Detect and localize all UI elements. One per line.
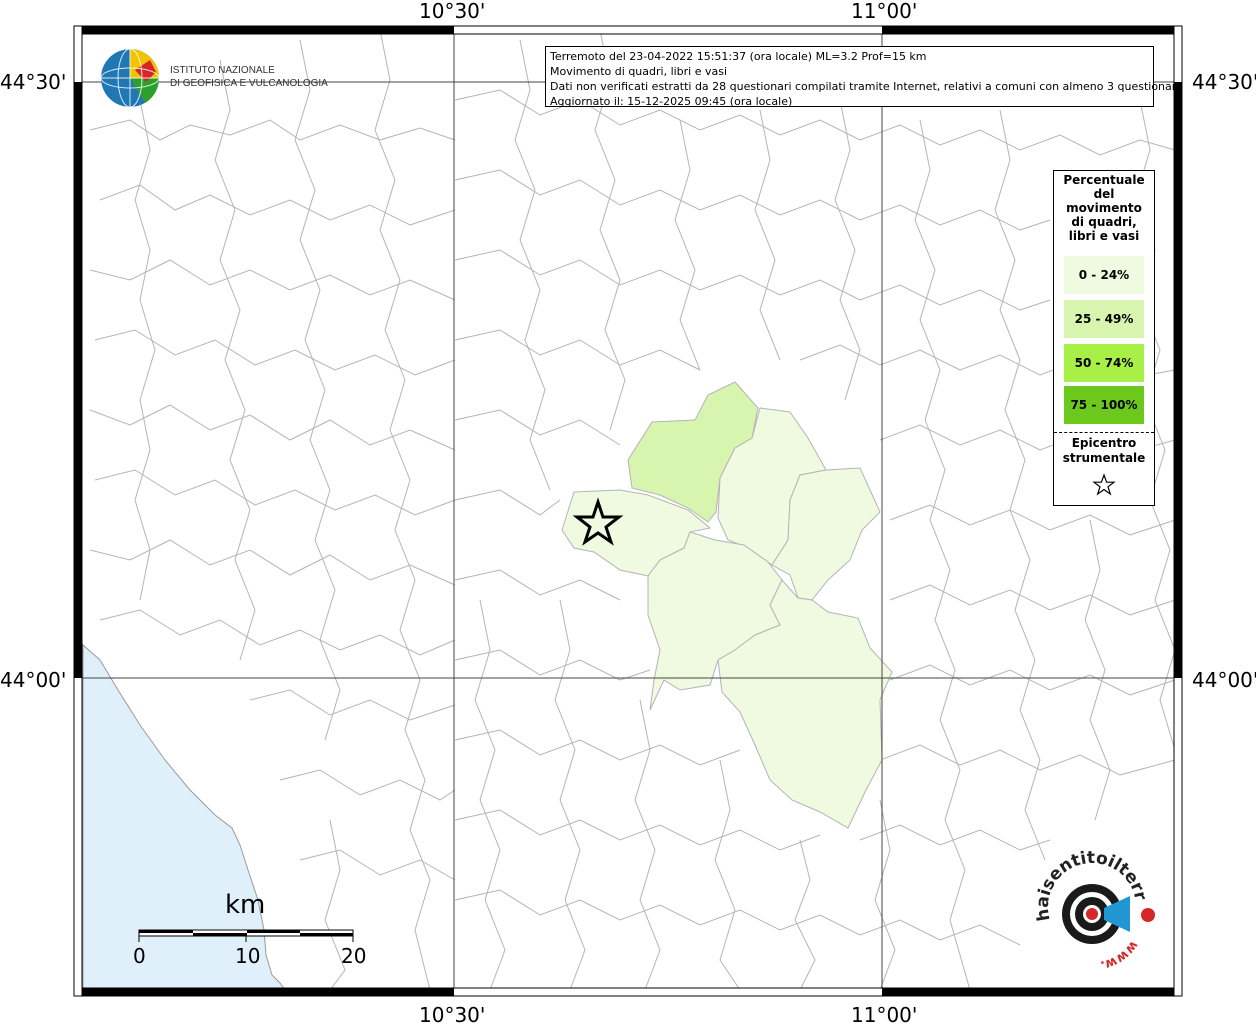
bottom-label-1100: 11°00': [851, 1003, 918, 1027]
scale-tick-label: 10: [235, 944, 261, 968]
ingv-logo-line1: ISTITUTO NAZIONALE: [170, 65, 275, 76]
legend-epicenter-line: strumentale: [1062, 451, 1146, 465]
event-info-line4: Aggiornato il: 15-12-2025 09:45 (ora loc…: [550, 95, 793, 108]
map-canvas: haisentitoilterremoto.it www.: [0, 0, 1183, 997]
event-info-line2: Movimento di quadri, libri e vasi: [550, 65, 728, 78]
top-label-1100: 11°00': [851, 0, 918, 23]
event-info-line3: Dati non verificati estratti da 28 quest…: [550, 80, 1183, 93]
legend-title-line: di quadri,: [1071, 215, 1137, 229]
legend-title-line: Percentuale: [1063, 173, 1145, 187]
legend-item-75-100: 75 - 100%: [1064, 386, 1144, 424]
legend-epicenter-label: Epicentro strumentale: [1054, 436, 1154, 466]
scale-tick-label: 20: [341, 944, 367, 968]
legend: Percentuale del movimento di quadri, lib…: [1053, 170, 1155, 506]
top-label-1030: 10°30': [419, 0, 486, 23]
legend-title: Percentuale del movimento di quadri, lib…: [1054, 171, 1154, 243]
ingv-globe-icon: [100, 48, 160, 108]
legend-divider: [1054, 432, 1154, 433]
left-label-4430: 44°30': [0, 70, 67, 94]
bottom-label-1030: 10°30': [419, 1003, 486, 1027]
left-label-4400: 44°00': [0, 668, 67, 692]
event-info-line1: Terremoto del 23-04-2022 15:51:37 (ora l…: [550, 50, 927, 63]
ingv-logo-text: ISTITUTO NAZIONALE DI GEOFISICA E VULCAN…: [170, 64, 328, 90]
legend-item-0-24: 0 - 24%: [1064, 256, 1144, 294]
legend-item-25-49: 25 - 49%: [1064, 300, 1144, 338]
scale-unit-label: km: [225, 890, 266, 920]
legend-title-line: movimento: [1066, 201, 1142, 215]
legend-title-line: libri e vasi: [1068, 229, 1140, 243]
scale-tick-label: 0: [133, 944, 146, 968]
ingv-logo-line2: DI GEOFISICA E VULCANOLOGIA: [170, 78, 328, 89]
legend-epicenter-line: Epicentro: [1071, 436, 1137, 450]
event-info-box: Terremoto del 23-04-2022 15:51:37 (ora l…: [545, 46, 1183, 108]
legend-title-line: del: [1093, 187, 1115, 201]
right-label-4400: 44°00': [1192, 668, 1256, 692]
right-label-4430: 44°30': [1192, 70, 1256, 94]
legend-star-icon: [1092, 473, 1116, 496]
legend-item-50-74: 50 - 74%: [1064, 344, 1144, 382]
